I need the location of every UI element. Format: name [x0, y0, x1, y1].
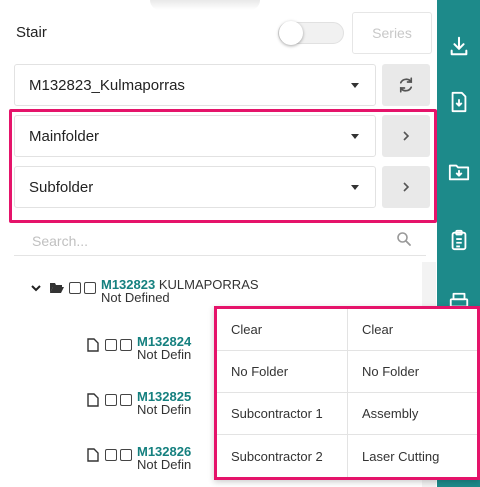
checkbox[interactable]: [105, 449, 117, 461]
checkbox[interactable]: [69, 282, 81, 294]
subfolder-option[interactable]: No Folder: [348, 351, 477, 393]
drag-handle: [150, 0, 260, 10]
checkbox[interactable]: [84, 282, 96, 294]
mainfolder-option[interactable]: Subcontractor 1: [217, 393, 347, 435]
mainfolder-option[interactable]: Clear: [217, 309, 347, 351]
tree-child-item[interactable]: M132826 Not Defin: [87, 445, 191, 471]
checkbox[interactable]: [105, 339, 117, 351]
mainfolder-option[interactable]: Subcontractor 2: [217, 435, 347, 477]
folder-download-icon: [448, 164, 469, 181]
refresh-button[interactable]: [382, 64, 430, 106]
file-icon: [87, 338, 99, 352]
folder-selection-highlight: [9, 109, 437, 223]
checkbox[interactable]: [120, 339, 132, 351]
search-placeholder: Search...: [32, 232, 89, 249]
folder-open-icon: [50, 283, 64, 293]
file-download-button[interactable]: [437, 82, 480, 122]
chevron-down-icon[interactable]: [30, 282, 42, 294]
mainfolder-option[interactable]: No Folder: [217, 351, 347, 393]
checkbox[interactable]: [120, 449, 132, 461]
project-select-value: M132823_Kulmaporras: [29, 76, 185, 94]
subfolder-options: Clear No Folder Assembly Laser Cutting: [347, 309, 477, 477]
file-icon: [87, 448, 99, 462]
mainfolder-options: Clear No Folder Subcontractor 1 Subcontr…: [217, 309, 347, 477]
clipboard-list-icon: [451, 229, 466, 251]
clipboard-list-button[interactable]: [437, 220, 480, 260]
tree-child-status: Not Defin: [137, 347, 192, 362]
stair-label: Stair: [16, 24, 47, 41]
series-button[interactable]: Series: [352, 12, 432, 54]
checkbox[interactable]: [120, 394, 132, 406]
file-download-icon: [451, 91, 466, 113]
subfolder-option[interactable]: Assembly: [348, 393, 477, 435]
tree-root-item[interactable]: M132823 KULMAPORRAS Not Defined: [30, 278, 259, 304]
chevron-down-icon: [351, 83, 359, 88]
tree-root-status: Not Defined: [101, 290, 170, 305]
tree-child-item[interactable]: M132825 Not Defin: [87, 390, 191, 416]
tree-child-item[interactable]: M132824 Not Defin: [87, 335, 191, 361]
download-button[interactable]: [437, 26, 480, 66]
folder-download-button[interactable]: [437, 152, 480, 192]
folder-options-popup: Clear No Folder Subcontractor 1 Subcontr…: [214, 306, 480, 480]
tree-child-status: Not Defin: [137, 402, 192, 417]
subfolder-option[interactable]: Clear: [348, 309, 477, 351]
project-select[interactable]: M132823_Kulmaporras: [14, 64, 376, 106]
refresh-icon: [399, 77, 413, 93]
search-icon: [397, 232, 411, 246]
checkbox[interactable]: [105, 394, 117, 406]
download-icon: [450, 36, 467, 56]
series-toggle[interactable]: [278, 21, 344, 45]
search-input[interactable]: Search...: [14, 226, 426, 256]
toggle-knob: [279, 21, 303, 45]
tree-root-name: KULMAPORRAS: [158, 277, 259, 292]
tree-child-status: Not Defin: [137, 457, 192, 472]
subfolder-option[interactable]: Laser Cutting: [348, 435, 477, 477]
file-icon: [87, 393, 99, 407]
